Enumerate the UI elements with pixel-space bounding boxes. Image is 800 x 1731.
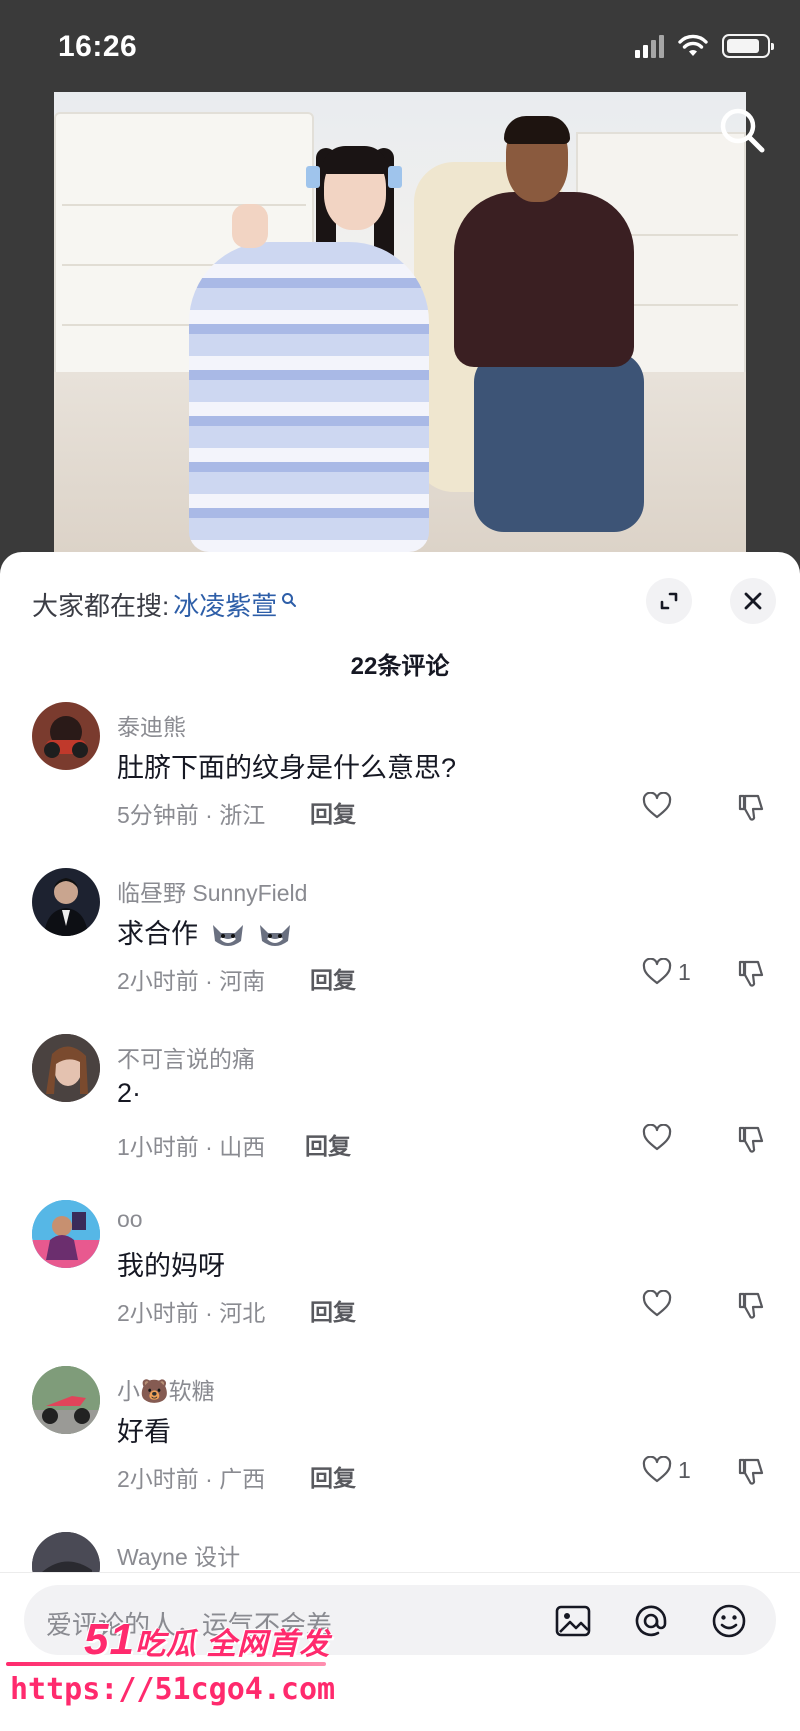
fox-emoji-icon (212, 924, 243, 946)
reply-button[interactable]: 回复 (310, 961, 356, 995)
at-icon[interactable] (632, 1602, 670, 1640)
like-button[interactable]: 1 (642, 958, 691, 986)
dislike-button[interactable] (736, 1124, 766, 1159)
fox-emoji-icon (260, 924, 291, 946)
person-body (454, 192, 634, 367)
comment-meta: 2小时前 · 河北 (117, 1300, 266, 1326)
close-icon (744, 592, 762, 610)
comment-meta: 2小时前 · 河南 (117, 968, 266, 994)
watermark-brand-text: 吃瓜 全网首发 (134, 1628, 331, 1661)
expand-button[interactable] (646, 578, 692, 624)
hair-ribbon (388, 166, 402, 188)
reply-button[interactable]: 回复 (310, 1293, 356, 1327)
cellular-signal-icon (635, 34, 664, 58)
avatar[interactable] (32, 868, 100, 936)
girl-fringe (322, 146, 388, 174)
comment-text: 我的妈呀 (117, 1251, 225, 1281)
watermark-brand: 51吃瓜 全网首发 (84, 1615, 330, 1665)
reply-button[interactable]: 回复 (310, 1459, 356, 1493)
avatar[interactable] (32, 702, 100, 770)
comment-item: 临昼野 SunnyField 求合作 2小时前 · 河南 回复 1 (0, 868, 800, 1034)
comment-text: 2· (117, 1078, 142, 1108)
person-hair (504, 116, 570, 144)
comment-meta: 5分钟前 · 浙江 (117, 802, 266, 828)
emoji-icon[interactable] (710, 1602, 748, 1640)
heart-icon (642, 958, 672, 985)
comment-username[interactable]: Wayne 设计 (117, 1538, 240, 1572)
dislike-button[interactable] (736, 792, 766, 827)
avatar[interactable] (32, 1366, 100, 1434)
girl-dress (189, 242, 429, 552)
search-icon (282, 592, 297, 607)
person-legs (474, 352, 644, 532)
like-button[interactable] (642, 1290, 678, 1318)
comment-username[interactable]: 临昼野 SunnyField (117, 874, 307, 908)
trending-label: 大家都在搜: (32, 591, 170, 621)
comment-text: 求合作 (117, 912, 293, 951)
like-button[interactable] (642, 792, 678, 820)
comment-item: 不可言说的痛 2· 1小时前 · 山西 回复 (0, 1034, 800, 1200)
comment-text-content: 求合作 (117, 919, 198, 949)
comment-item: oo 我的妈呀 2小时前 · 河北 回复 (0, 1200, 800, 1366)
dislike-button[interactable] (736, 1290, 766, 1325)
thumbs-down-icon (738, 1126, 764, 1153)
sheet-header: 大家都在搜: 冰凌紫萱 (0, 552, 800, 642)
dislike-button[interactable] (736, 1456, 766, 1491)
image-icon[interactable] (554, 1602, 592, 1640)
close-button[interactable] (730, 578, 776, 624)
heart-icon (642, 792, 672, 819)
search-icon[interactable] (712, 100, 772, 160)
comment-username[interactable]: 不可言说的痛 (117, 1040, 255, 1074)
comment-text: 肚脐下面的纹身是什么意思? (117, 753, 457, 783)
status-icons (635, 34, 774, 58)
wifi-icon (678, 34, 708, 56)
heart-icon (642, 1290, 672, 1317)
watermark-url: https://51cgo4.com (10, 1672, 336, 1707)
comment-username[interactable]: 小🐻软糖 (117, 1372, 215, 1406)
trending-term[interactable]: 冰凌紫萱 (173, 586, 277, 623)
comment-username[interactable]: oo (117, 1206, 143, 1233)
hair-ribbon (306, 166, 320, 188)
comment-item: 小🐻软糖 好看 2小时前 · 广西 回复 1 (0, 1366, 800, 1532)
comment-count: 22条评论 (350, 653, 450, 680)
thumbs-down-icon (738, 1292, 764, 1319)
thumbs-down-icon (738, 1458, 764, 1485)
trending-search[interactable]: 大家都在搜: 冰凌紫萱 (32, 586, 297, 623)
reply-button[interactable]: 回复 (305, 1127, 351, 1161)
like-button[interactable] (642, 1124, 678, 1152)
thumbs-down-icon (738, 794, 764, 821)
like-button[interactable]: 1 (642, 1456, 691, 1484)
watermark-brand-number: 51 (84, 1615, 135, 1664)
heart-icon (642, 1456, 672, 1483)
avatar[interactable] (32, 1200, 100, 1268)
like-count: 1 (678, 1456, 691, 1483)
battery-icon (722, 34, 774, 58)
video-frame[interactable] (54, 92, 746, 552)
avatar[interactable] (32, 1034, 100, 1102)
comment-meta: 2小时前 · 广西 (117, 1466, 266, 1492)
heart-icon (642, 1124, 672, 1151)
comment-meta: 1小时前 · 山西 (117, 1134, 266, 1160)
comment-item: 泰迪熊 肚脐下面的纹身是什么意思? 5分钟前 · 浙江 回复 (0, 702, 800, 868)
comment-sheet: 大家都在搜: 冰凌紫萱 22条评论 泰迪熊 肚脐下面的纹身是什么意思? 5分钟前… (0, 552, 800, 1731)
expand-icon (660, 592, 678, 610)
dislike-button[interactable] (736, 958, 766, 993)
status-bar: 16:26 (0, 0, 800, 92)
watermark-underline (6, 1662, 326, 1666)
comment-username[interactable]: 泰迪熊 (117, 708, 186, 742)
thumbs-down-icon (738, 960, 764, 987)
reply-button[interactable]: 回复 (310, 795, 356, 829)
girl-hand (232, 204, 268, 248)
like-count: 1 (678, 958, 691, 985)
status-time: 16:26 (58, 30, 138, 63)
comment-text: 好看 (117, 1417, 171, 1447)
